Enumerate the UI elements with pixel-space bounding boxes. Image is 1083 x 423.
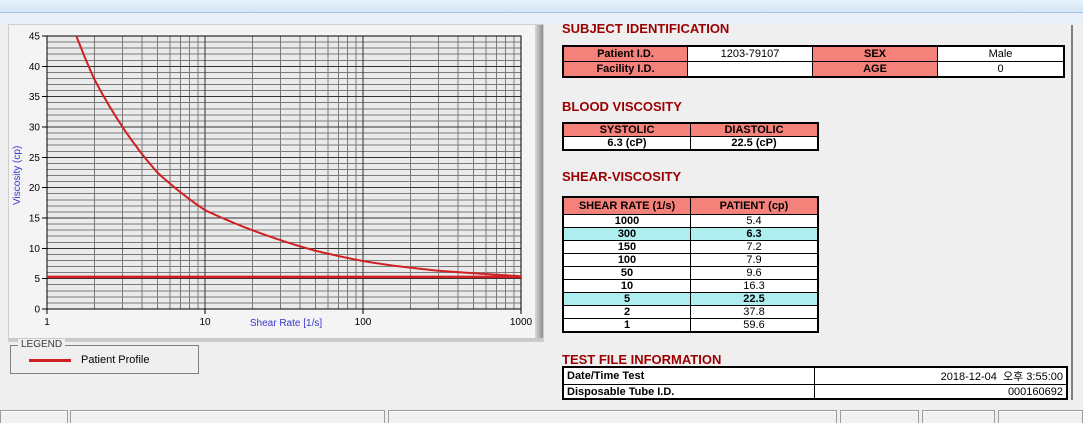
shear-viscosity-table: SHEAR RATE (1/s) PATIENT (cp) 10005.4300…	[562, 196, 819, 333]
facility-id-label: Facility I.D.	[563, 62, 688, 78]
svg-text:1: 1	[44, 317, 50, 328]
svg-text:0: 0	[34, 305, 40, 316]
table-row: SHEAR RATE (1/s) PATIENT (cp)	[563, 197, 818, 215]
legend-title: LEGEND	[18, 339, 65, 350]
systolic-header: SYSTOLIC	[563, 123, 691, 137]
patient-value-cell: 9.6	[691, 267, 819, 280]
window-top-strip	[0, 0, 1083, 13]
test-file-information-heading: TEST FILE INFORMATION	[562, 352, 721, 367]
svg-text:15: 15	[29, 214, 41, 225]
table-row: Facility I.D. AGE 0	[563, 62, 1064, 78]
legend-entry: Patient Profile	[29, 354, 149, 366]
svg-text:10: 10	[29, 244, 41, 255]
legend-series-label: Patient Profile	[81, 354, 149, 366]
panel-shadow-bottom	[9, 338, 543, 341]
age-value: 0	[938, 62, 1065, 78]
status-bar-segment[interactable]	[0, 410, 68, 423]
patient-cp-header: PATIENT (cp)	[691, 197, 819, 215]
patient-value-cell: 6.3	[691, 228, 819, 241]
patient-value-cell: 7.9	[691, 254, 819, 267]
subject-identification-heading: SUBJECT IDENTIFICATION	[562, 21, 729, 36]
svg-text:35: 35	[29, 92, 41, 103]
y-axis-label: Viscosity (cp)	[12, 100, 26, 250]
shear-table-row: 1507.2	[563, 241, 818, 254]
table-row: SYSTOLIC DIASTOLIC	[563, 123, 818, 137]
shear-rate-header: SHEAR RATE (1/s)	[563, 197, 691, 215]
age-label: AGE	[813, 62, 938, 78]
table-row: Date/Time Test 2018-12-04 오후 3:55:00	[563, 367, 1067, 385]
svg-text:25: 25	[29, 153, 41, 164]
date-time-test-label: Date/Time Test	[563, 367, 815, 385]
blood-viscosity-table: SYSTOLIC DIASTOLIC 6.3 (cP) 22.5 (cP)	[562, 122, 819, 151]
shear-table-row: 522.5	[563, 293, 818, 306]
shear-rate-cell: 300	[563, 228, 691, 241]
shear-table-row: 237.8	[563, 306, 818, 319]
legend-box: LEGEND Patient Profile	[10, 345, 199, 374]
shear-rate-cell: 150	[563, 241, 691, 254]
patient-profile-line-swatch	[29, 359, 71, 362]
status-bar-segment[interactable]	[922, 410, 995, 423]
table-row: 6.3 (cP) 22.5 (cP)	[563, 137, 818, 151]
viscosity-chart-svg[interactable]: 0510152025303540451101001000	[9, 25, 543, 341]
svg-text:20: 20	[29, 183, 41, 194]
sex-label: SEX	[813, 46, 938, 62]
shear-rate-cell: 5	[563, 293, 691, 306]
shear-rate-cell: 10	[563, 280, 691, 293]
shear-table-row: 509.6	[563, 267, 818, 280]
status-bar-segment[interactable]	[388, 410, 837, 423]
patient-value-cell: 7.2	[691, 241, 819, 254]
patient-value-cell: 37.8	[691, 306, 819, 319]
patient-value-cell: 16.3	[691, 280, 819, 293]
shear-rate-cell: 1000	[563, 215, 691, 228]
shear-rate-cell: 2	[563, 306, 691, 319]
viscosity-chart-panel: 0510152025303540451101001000	[8, 24, 544, 342]
shear-rate-cell: 50	[563, 267, 691, 280]
x-axis-label: Shear Rate [1/s]	[96, 318, 476, 329]
systolic-value: 6.3 (cP)	[563, 137, 691, 151]
table-row: Patient I.D. 1203-79107 SEX Male	[563, 46, 1064, 62]
patient-value-cell: 59.6	[691, 319, 819, 333]
svg-text:45: 45	[29, 32, 41, 43]
patient-id-value: 1203-79107	[688, 46, 813, 62]
table-row: Disposable Tube I.D. 000160692	[563, 385, 1067, 400]
svg-text:1000: 1000	[510, 317, 533, 328]
diastolic-header: DIASTOLIC	[691, 123, 819, 137]
test-file-information-table: Date/Time Test 2018-12-04 오후 3:55:00 Dis…	[562, 366, 1068, 400]
shear-table-body: 10005.43006.31507.21007.9509.61016.3522.…	[563, 215, 818, 333]
shear-table-row: 1016.3	[563, 280, 818, 293]
shear-viscosity-heading: SHEAR-VISCOSITY	[562, 169, 681, 184]
patient-value-cell: 22.5	[691, 293, 819, 306]
shear-table-row: 10005.4	[563, 215, 818, 228]
patient-value-cell: 5.4	[691, 215, 819, 228]
vertical-divider	[1071, 25, 1073, 400]
date-time-test-value: 2018-12-04 오후 3:55:00	[815, 367, 1068, 385]
status-bar-segment[interactable]	[998, 410, 1083, 423]
status-bar-segment[interactable]	[70, 410, 385, 423]
sex-value: Male	[938, 46, 1065, 62]
shear-rate-cell: 1	[563, 319, 691, 333]
panel-shadow-right	[535, 25, 543, 341]
disposable-tube-id-value: 000160692	[815, 385, 1068, 400]
shear-table-row: 159.6	[563, 319, 818, 333]
blood-viscosity-heading: BLOOD VISCOSITY	[562, 99, 682, 114]
patient-id-label: Patient I.D.	[563, 46, 688, 62]
diastolic-value: 22.5 (cP)	[691, 137, 819, 151]
status-bar-segment[interactable]	[840, 410, 919, 423]
svg-text:40: 40	[29, 62, 41, 73]
shear-table-row: 1007.9	[563, 254, 818, 267]
svg-text:5: 5	[34, 274, 40, 285]
shear-rate-cell: 100	[563, 254, 691, 267]
svg-text:30: 30	[29, 123, 41, 134]
shear-table-row: 3006.3	[563, 228, 818, 241]
disposable-tube-id-label: Disposable Tube I.D.	[563, 385, 815, 400]
subject-identification-table: Patient I.D. 1203-79107 SEX Male Facilit…	[562, 45, 1065, 78]
facility-id-value	[688, 62, 813, 78]
viscosity-report-screen: 0510152025303540451101001000 Shear Rate …	[0, 0, 1083, 423]
